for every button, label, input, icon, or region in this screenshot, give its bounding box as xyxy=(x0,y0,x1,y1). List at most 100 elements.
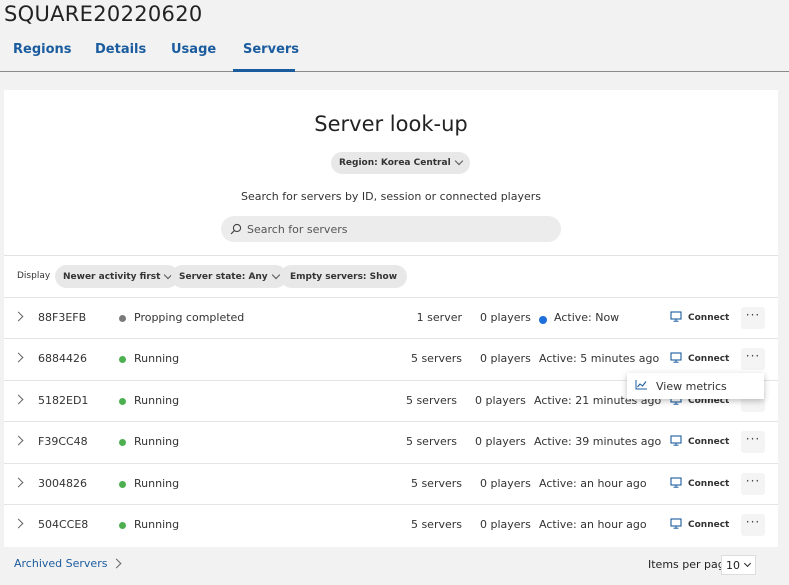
activity-status: Active: 39 minutes ago xyxy=(534,435,662,448)
lookup-heading: Server look-up xyxy=(314,112,468,136)
monitor-icon xyxy=(670,435,682,449)
connect-label: Connect xyxy=(688,313,730,323)
server-status: Running xyxy=(134,518,180,531)
connect-button[interactable]: Connect xyxy=(670,518,729,532)
more-options-button[interactable]: ··· xyxy=(741,431,765,453)
chevron-down-icon xyxy=(743,559,752,567)
connect-label: Connect xyxy=(688,479,730,489)
server-id: 88F3EFB xyxy=(38,311,87,324)
region-dropdown[interactable]: Region: Korea Central xyxy=(331,152,470,174)
table-row[interactable]: F39CC48 Running 5 servers 0 players Active: … xyxy=(4,421,778,462)
archived-servers-label: Archived Servers xyxy=(14,557,108,570)
empty-servers-label: Empty servers: Show xyxy=(290,271,398,282)
table-row[interactable]: 88F3EFB Propping completed 1 server 0 playe… xyxy=(4,297,778,338)
connect-label: Connect xyxy=(688,437,730,447)
sort-label: Newer activity first xyxy=(63,271,161,282)
more-options-button[interactable]: ··· xyxy=(741,348,765,370)
tab-bar: Regions Details Usage Servers xyxy=(0,36,789,72)
server-id: 504CCE8 xyxy=(38,518,89,531)
status-dot-icon xyxy=(119,356,126,363)
tab-usage[interactable]: Usage xyxy=(161,42,226,72)
server-count: 1 server xyxy=(416,311,462,324)
chart-icon xyxy=(635,379,648,393)
activity-status: Active: an hour ago xyxy=(539,518,647,531)
server-id: 3004826 xyxy=(38,477,87,490)
monitor-icon xyxy=(670,311,682,325)
server-count: 5 servers xyxy=(405,394,457,407)
activity-status: Active: Now xyxy=(554,311,620,324)
tab-details[interactable]: Details xyxy=(85,42,156,72)
expand-chevron-icon[interactable] xyxy=(13,435,24,446)
search-input[interactable] xyxy=(247,222,547,236)
status-dot-icon xyxy=(119,315,126,322)
server-status: Running xyxy=(134,352,180,365)
server-id: F39CC48 xyxy=(38,435,88,448)
server-status: Running xyxy=(134,477,180,490)
sort-dropdown[interactable]: Newer activity first xyxy=(55,265,180,288)
tab-servers[interactable]: Servers xyxy=(233,42,299,72)
server-state-dropdown[interactable]: Server state: Any xyxy=(171,265,287,288)
activity-status: Active: an hour ago xyxy=(539,477,647,490)
region-label: Region: Korea Central xyxy=(339,158,451,168)
table-row[interactable]: 3004826 Running 5 servers 0 players Active: … xyxy=(4,463,778,504)
expand-chevron-icon[interactable] xyxy=(13,518,24,529)
server-state-label: Server state: Any xyxy=(179,271,268,282)
active-dot-icon xyxy=(539,314,547,327)
status-dot-icon xyxy=(119,439,126,446)
expand-chevron-icon[interactable] xyxy=(13,352,24,363)
more-options-button[interactable]: ··· xyxy=(741,514,765,536)
status-dot-icon xyxy=(119,398,126,405)
server-status: Running xyxy=(134,394,180,407)
chevron-right-icon xyxy=(112,558,122,569)
archived-servers-link[interactable]: Archived Servers xyxy=(14,557,122,570)
player-count: 0 players xyxy=(480,311,531,324)
connect-label: Connect xyxy=(688,354,730,364)
server-id: 5182ED1 xyxy=(38,394,89,407)
search-icon xyxy=(230,220,242,239)
connect-button[interactable]: Connect xyxy=(670,352,729,366)
items-per-page-value: 10 xyxy=(726,558,740,572)
activity-status: Active: 5 minutes ago xyxy=(539,352,660,365)
status-dot-icon xyxy=(119,522,126,529)
expand-chevron-icon[interactable] xyxy=(13,394,24,405)
expand-chevron-icon[interactable] xyxy=(13,311,24,322)
player-count: 0 players xyxy=(480,477,531,490)
monitor-icon xyxy=(670,352,682,366)
connect-button[interactable]: Connect xyxy=(670,311,729,325)
server-status: Propping completed xyxy=(134,311,245,324)
display-label: Display xyxy=(17,271,51,281)
player-count: 0 players xyxy=(480,518,531,531)
connect-button[interactable]: Connect xyxy=(670,477,729,491)
server-count: 5 servers xyxy=(410,352,462,365)
server-count: 5 servers xyxy=(410,518,462,531)
view-metrics-item[interactable]: View metrics xyxy=(656,380,727,393)
status-dot-icon xyxy=(119,481,126,488)
server-lookup-card: Server look-up Region: Korea Central Sea… xyxy=(4,90,778,547)
search-box[interactable] xyxy=(221,216,561,242)
divider xyxy=(4,255,778,256)
chevron-down-icon xyxy=(454,156,463,166)
connect-button[interactable]: Connect xyxy=(670,435,729,449)
tab-regions[interactable]: Regions xyxy=(3,42,82,72)
table-row[interactable]: 504CCE8 Running 5 servers 0 players Active: … xyxy=(4,504,778,545)
monitor-icon xyxy=(670,518,682,532)
more-options-button[interactable]: ··· xyxy=(741,307,765,329)
items-per-page-select[interactable]: 10 xyxy=(721,555,756,575)
server-status: Running xyxy=(134,435,180,448)
player-count: 0 players xyxy=(475,394,526,407)
player-count: 0 players xyxy=(480,352,531,365)
row-context-menu: View metrics xyxy=(627,373,764,399)
server-count: 5 servers xyxy=(405,435,457,448)
search-hint: Search for servers by ID, session or con… xyxy=(240,190,542,203)
connect-label: Connect xyxy=(688,520,730,530)
more-options-button[interactable]: ··· xyxy=(741,473,765,495)
page-title: SQUARE20220620 xyxy=(4,2,203,26)
items-per-page-label: Items per page xyxy=(648,558,732,571)
monitor-icon xyxy=(670,477,682,491)
empty-servers-toggle[interactable]: Empty servers: Show xyxy=(280,265,408,288)
chevron-down-icon xyxy=(271,270,280,279)
player-count: 0 players xyxy=(475,435,526,448)
expand-chevron-icon[interactable] xyxy=(13,477,24,488)
server-id: 6884426 xyxy=(38,352,87,365)
server-count: 5 servers xyxy=(410,477,462,490)
